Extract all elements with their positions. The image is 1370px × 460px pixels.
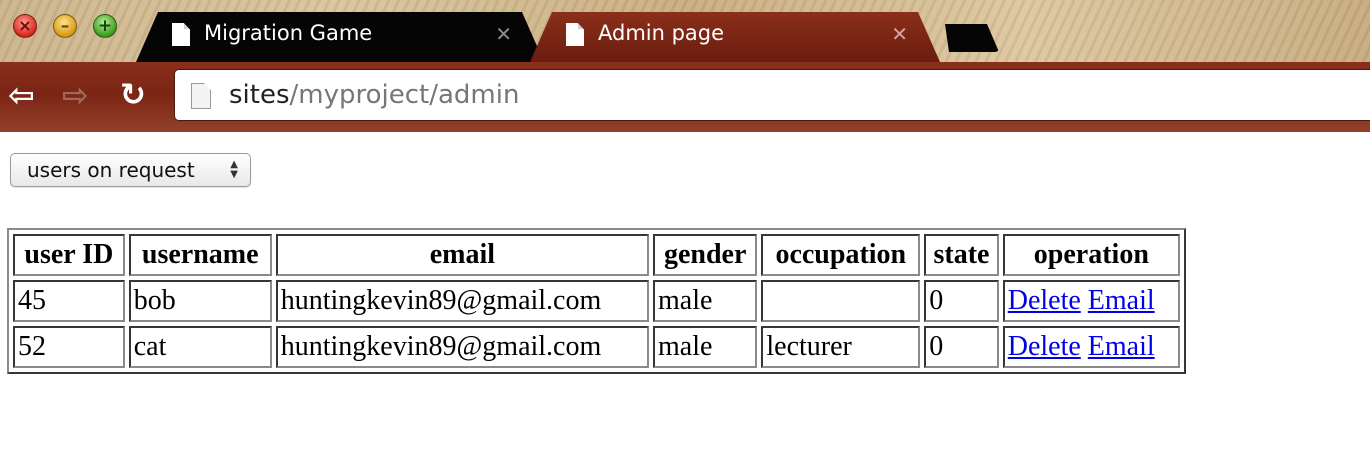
user-filter-select[interactable]: users on request ▲ ▼ xyxy=(10,153,251,187)
cell-username: bob xyxy=(128,280,272,322)
cell-email: huntingkevin89@gmail.com xyxy=(275,326,649,368)
header-user-id: user ID xyxy=(13,234,125,276)
tab-title: Admin page xyxy=(598,21,725,45)
back-arrow-icon[interactable]: ⇦ xyxy=(8,76,35,114)
email-link[interactable]: Email xyxy=(1088,285,1155,316)
page-icon xyxy=(566,23,584,46)
tab-admin-page[interactable]: Admin page ✕ xyxy=(530,12,940,62)
cell-occupation: lecturer xyxy=(761,326,921,368)
header-gender: gender xyxy=(652,234,758,276)
browser-toolbar: ⇦ ⇨ ↻ sites/myproject/admin xyxy=(0,62,1370,132)
table-row: 45 bob huntingkevin89@gmail.com male 0 D… xyxy=(13,280,1180,322)
url-text[interactable]: sites/myproject/admin xyxy=(229,80,519,110)
forward-arrow-icon[interactable]: ⇨ xyxy=(62,76,89,114)
header-occupation: occupation xyxy=(761,234,921,276)
table-header-row: user ID username email gender occupation… xyxy=(13,234,1180,276)
cell-gender: male xyxy=(652,280,758,322)
select-arrows-icon: ▲ ▼ xyxy=(230,159,238,180)
browser-titlebar: × – + Migration Game ✕ Admin page ✕ xyxy=(0,0,1370,62)
cell-user-id: 45 xyxy=(13,280,125,322)
maximize-icon[interactable]: + xyxy=(93,14,117,38)
cell-user-id: 52 xyxy=(13,326,125,368)
header-state: state xyxy=(924,234,999,276)
cell-operation: Delete Email xyxy=(1002,280,1180,322)
tab-close-icon[interactable]: ✕ xyxy=(891,22,908,46)
tab-close-icon[interactable]: ✕ xyxy=(495,22,512,46)
users-table: user ID username email gender occupation… xyxy=(7,228,1186,374)
minimize-icon[interactable]: – xyxy=(53,14,77,38)
cell-state: 0 xyxy=(924,280,999,322)
url-host: sites xyxy=(229,80,290,110)
cell-gender: male xyxy=(652,326,758,368)
email-link[interactable]: Email xyxy=(1088,331,1155,362)
header-operation: operation xyxy=(1002,234,1180,276)
address-bar[interactable]: sites/myproject/admin xyxy=(174,69,1370,121)
cell-state: 0 xyxy=(924,326,999,368)
tab-title: Migration Game xyxy=(204,21,373,45)
cell-operation: Delete Email xyxy=(1002,326,1180,368)
tab-migration-game[interactable]: Migration Game ✕ xyxy=(136,12,544,62)
cell-occupation xyxy=(761,280,921,322)
cell-email: huntingkevin89@gmail.com xyxy=(275,280,649,322)
url-path: /myproject/admin xyxy=(289,80,520,110)
header-email: email xyxy=(275,234,649,276)
reload-icon[interactable]: ↻ xyxy=(120,76,146,114)
table-row: 52 cat huntingkevin89@gmail.com male lec… xyxy=(13,326,1180,368)
cell-username: cat xyxy=(128,326,272,368)
select-value: users on request xyxy=(27,158,195,182)
page-icon xyxy=(191,83,211,109)
delete-link[interactable]: Delete xyxy=(1008,331,1081,362)
delete-link[interactable]: Delete xyxy=(1008,285,1081,316)
close-icon[interactable]: × xyxy=(13,14,37,38)
header-username: username xyxy=(128,234,272,276)
page-icon xyxy=(172,23,190,46)
